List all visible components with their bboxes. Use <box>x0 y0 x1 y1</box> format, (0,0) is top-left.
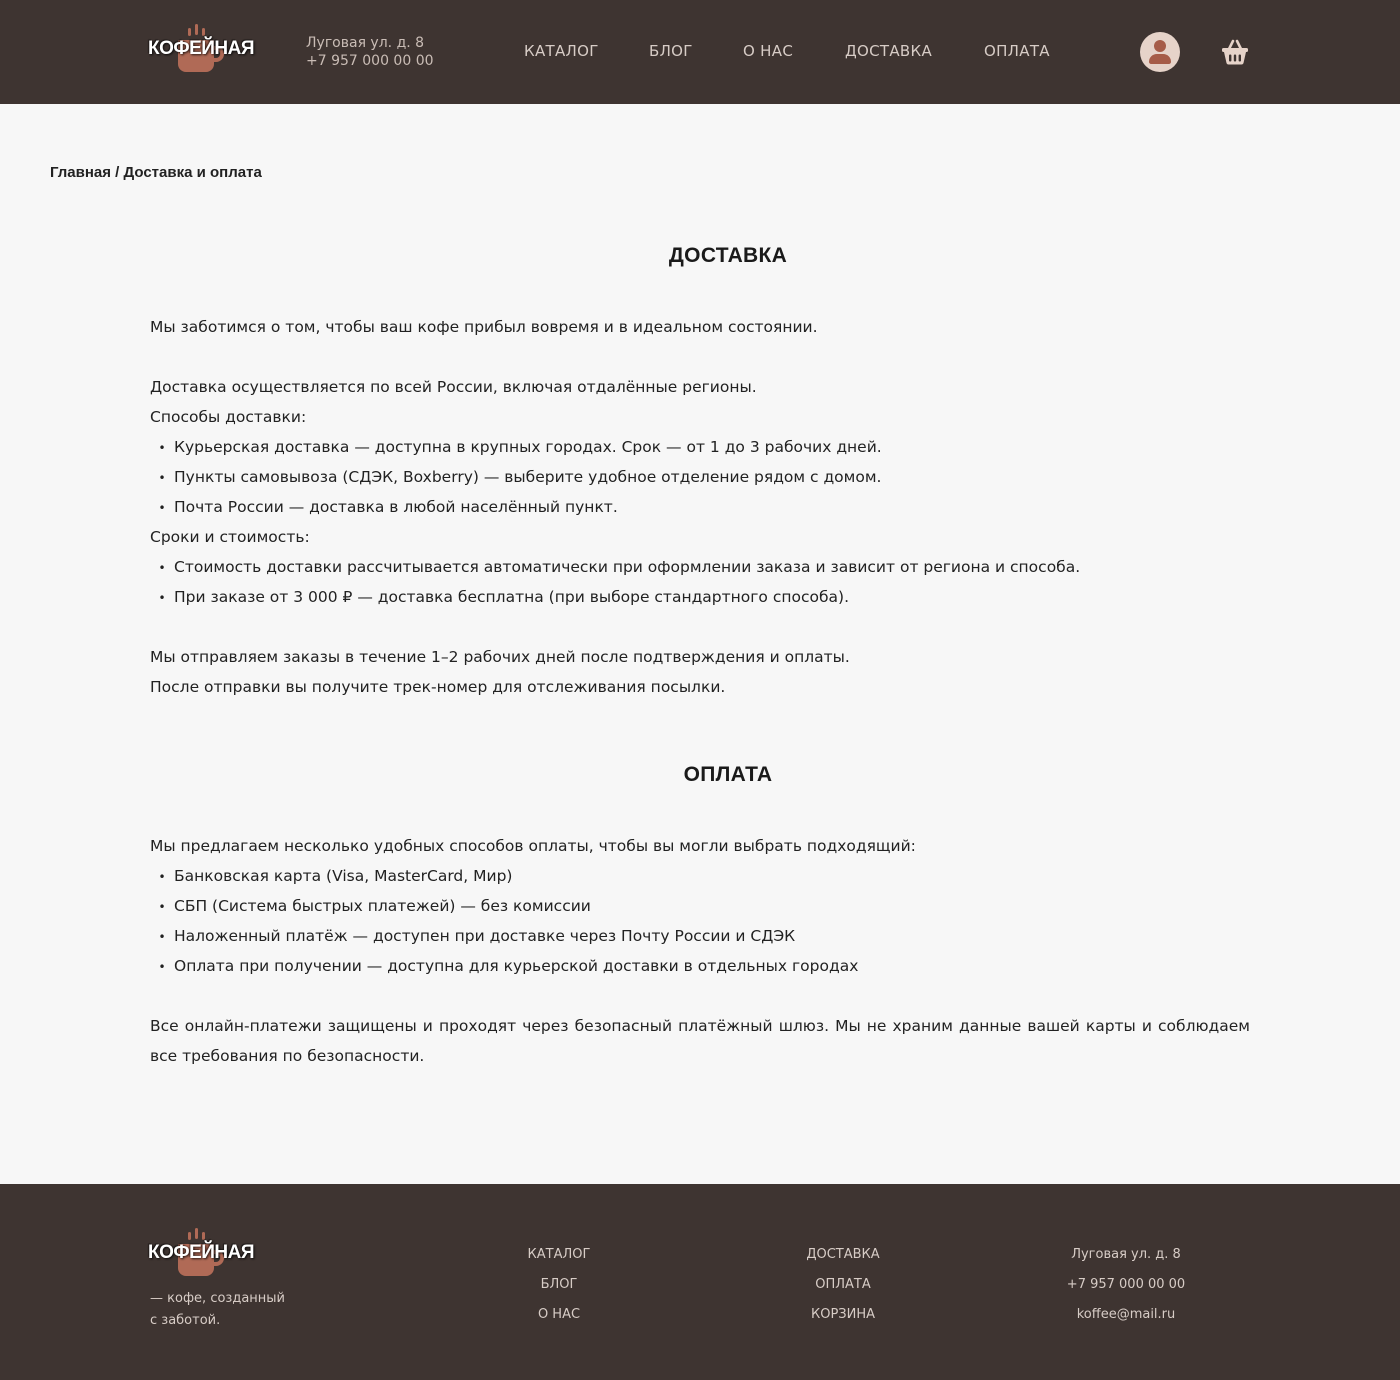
user-icon-body <box>1149 54 1171 64</box>
nav-blog[interactable]: БЛОГ <box>649 42 693 60</box>
footer-phone[interactable]: +7 957 000 00 00 <box>1056 1270 1196 1300</box>
header-phone[interactable]: +7 957 000 00 00 <box>306 52 434 70</box>
logo-text: КОФЕЙНАЯ <box>148 1242 255 1263</box>
delivery-terms-label: Сроки и стоимость: <box>150 528 310 546</box>
delivery-term-free: При заказе от 3 000 ₽ — доставка бесплат… <box>174 588 850 606</box>
nav-delivery[interactable]: ДОСТАВКА <box>845 42 932 60</box>
footer-logo[interactable]: КОФЕЙНАЯ <box>148 1224 255 1284</box>
bullet-dot: • <box>158 591 166 605</box>
footer-link-blog[interactable]: БЛОГ <box>509 1270 609 1300</box>
steam-mark <box>195 24 198 35</box>
bullet-dot: • <box>158 561 166 575</box>
bullet-dot: • <box>158 441 166 455</box>
delivery-method-pickup: Пункты самовывоза (СДЭК, Boxberry) — выб… <box>174 468 882 486</box>
user-icon[interactable] <box>1140 32 1180 72</box>
header-address: Луговая ул. д. 8 <box>306 35 425 51</box>
bullet-dot: • <box>158 870 166 884</box>
basket-icon[interactable] <box>1220 38 1250 66</box>
footer-link-cart[interactable]: КОРЗИНА <box>783 1300 903 1330</box>
tagline-line: с заботой. <box>150 1313 221 1328</box>
steam-mark <box>188 28 191 36</box>
list-item: • Оплата при получении — доступна для кур… <box>150 951 858 982</box>
steam-mark <box>195 1228 198 1239</box>
payment-security: Все онлайн-платежи защищены и проходят ч… <box>150 1017 1250 1065</box>
delivery-dispatch: Мы отправляем заказы в течение 1–2 рабоч… <box>150 648 850 666</box>
payment-intro: Мы предлагаем несколько удобных способов… <box>150 837 916 855</box>
nav-about[interactable]: О НАС <box>743 42 793 60</box>
logo-text: КОФЕЙНАЯ <box>148 38 255 59</box>
delivery-tracking: После отправки вы получите трек-номер дл… <box>150 678 726 696</box>
footer-link-catalog[interactable]: КАТАЛОГ <box>509 1240 609 1270</box>
bullet-dot: • <box>158 471 166 485</box>
footer-email[interactable]: koffee@mail.ru <box>1056 1300 1196 1330</box>
footer-nav-col-1: КАТАЛОГ БЛОГ О НАС <box>509 1240 609 1330</box>
site-header: КОФЕЙНАЯ Луговая ул. д. 8 +7 957 000 00 … <box>0 0 1400 104</box>
payment-method-card: Банковская карта (Visa, MasterCard, Мир) <box>174 867 513 885</box>
logo[interactable]: КОФЕЙНАЯ <box>148 20 255 80</box>
bullet-dot: • <box>158 501 166 515</box>
delivery-coverage: Доставка осуществляется по всей России, … <box>150 378 757 396</box>
payment-method-sbp: СБП (Система быстрых платежей) — без ком… <box>174 897 591 915</box>
footer-link-delivery[interactable]: ДОСТАВКА <box>783 1240 903 1270</box>
list-item: • Курьерская доставка — доступна в крупны… <box>150 432 882 463</box>
site-footer: КОФЕЙНАЯ — кофе, созданный с заботой. КА… <box>0 1184 1400 1380</box>
bullet-dot: • <box>158 930 166 944</box>
list-item: • Стоимость доставки рассчитывается автом… <box>150 552 1080 583</box>
list-item: • Почта России — доставка в любой населён… <box>150 492 618 523</box>
delivery-method-post: Почта России — доставка в любой населённ… <box>174 498 618 516</box>
breadcrumb[interactable]: Главная / Доставка и оплата <box>50 164 262 181</box>
list-item: • Пункты самовывоза (СДЭК, Boxberry) — вы… <box>150 462 881 493</box>
list-item: • При заказе от 3 000 ₽ — доставка беспла… <box>150 582 849 613</box>
nav-catalog[interactable]: КАТАЛОГ <box>524 42 599 60</box>
steam-mark <box>202 28 205 36</box>
payment-method-cod: Наложенный платёж — доступен при доставк… <box>174 927 796 945</box>
nav-payment[interactable]: ОПЛАТА <box>984 42 1050 60</box>
list-item: • Наложенный платёж — доступен при достав… <box>150 921 795 952</box>
delivery-title: ДОСТАВКА <box>668 244 788 267</box>
bullet-dot: • <box>158 960 166 974</box>
steam-mark <box>188 1232 191 1240</box>
footer-link-payment[interactable]: ОПЛАТА <box>783 1270 903 1300</box>
delivery-term-cost: Стоимость доставки рассчитывается автома… <box>174 558 1081 576</box>
user-icon-head <box>1154 40 1166 52</box>
payment-title: ОПЛАТА <box>683 763 773 786</box>
footer-nav-col-2: ДОСТАВКА ОПЛАТА КОРЗИНА <box>783 1240 903 1330</box>
steam-mark <box>202 1232 205 1240</box>
delivery-method-courier: Курьерская доставка — доступна в крупных… <box>174 438 882 456</box>
footer-link-about[interactable]: О НАС <box>509 1300 609 1330</box>
footer-tagline: — кофе, созданный с заботой. <box>150 1288 285 1332</box>
tagline-line: — кофе, созданный <box>150 1291 285 1306</box>
header-contact: Луговая ул. д. 8 +7 957 000 00 00 <box>306 34 434 70</box>
footer-address: Луговая ул. д. 8 <box>1071 1247 1181 1262</box>
payment-method-on-delivery: Оплата при получении — доступна для курь… <box>174 957 859 975</box>
list-item: • Банковская карта (Visa, MasterCard, Мир… <box>150 861 512 892</box>
delivery-methods-label: Способы доставки: <box>150 408 307 426</box>
delivery-intro: Мы заботимся о том, чтобы ваш кофе прибы… <box>150 318 818 336</box>
footer-contacts: Луговая ул. д. 8 +7 957 000 00 00 koffee… <box>1056 1240 1196 1330</box>
list-item: • СБП (Система быстрых платежей) — без ко… <box>150 891 591 922</box>
bullet-dot: • <box>158 900 166 914</box>
